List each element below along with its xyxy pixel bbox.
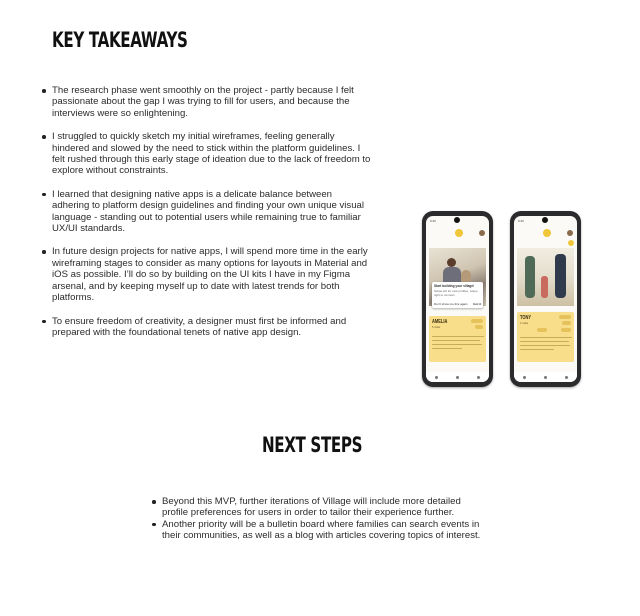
- takeaways-list: The research phase went smoothly on the …: [42, 85, 372, 350]
- takeaway-item: I learned that designing native apps is …: [42, 189, 372, 235]
- status-time: 9:30: [430, 219, 436, 223]
- dialog-title: Start building your village!: [434, 284, 475, 288]
- bottom-nav: [514, 372, 577, 382]
- avatar: [479, 230, 485, 236]
- nav-icon: [456, 375, 459, 379]
- profile-photo: [517, 248, 574, 306]
- tag-chip: [559, 315, 571, 319]
- camera-notch: [542, 217, 548, 223]
- nav-icon: [565, 375, 568, 379]
- tag-chip: [562, 321, 571, 325]
- add-icon: [568, 240, 574, 246]
- avatar: [567, 230, 573, 236]
- camera-notch: [454, 217, 460, 223]
- takeaway-item: To ensure freedom of creativity, a desig…: [42, 316, 372, 339]
- profile-distance: 5 miles: [432, 326, 441, 329]
- nav-icon: [435, 375, 438, 379]
- profile-card: TONY 2 miles: [517, 312, 574, 362]
- nav-icon: [477, 375, 480, 379]
- dialog-body: Swipe left for new profiles, swipe right…: [434, 289, 478, 297]
- takeaway-item: The research phase went smoothly on the …: [42, 85, 372, 119]
- next-steps-heading: NEXT STEPS: [262, 433, 363, 457]
- takeaway-item: In future design projects for native app…: [42, 246, 372, 303]
- village-logo-icon: [455, 229, 463, 237]
- tag-chip: [471, 319, 483, 323]
- bottom-nav: [426, 372, 489, 382]
- tag-chip: [561, 328, 571, 332]
- profile-name: TONY: [520, 315, 532, 321]
- phone-screen: 9:30 Start building your village! Swipe …: [426, 216, 489, 382]
- phone-mockup-left: 9:30 Start building your village! Swipe …: [422, 211, 493, 387]
- dialog-dismiss-button: Don't show me this again: [434, 302, 468, 306]
- profile-name: AMELIA: [432, 319, 448, 325]
- next-step-item: Another priority will be a bulletin boar…: [152, 519, 482, 542]
- tag-chip: [537, 328, 547, 332]
- profile-distance: 2 miles: [520, 322, 529, 325]
- profile-card: AMELIA 5 miles: [429, 316, 486, 362]
- phone-mockup-right: 9:30 TONY 2 miles: [510, 211, 581, 387]
- phone-screen: 9:30 TONY 2 miles: [514, 216, 577, 382]
- key-takeaways-heading: KEY TAKEAWAYS: [52, 28, 188, 52]
- nav-icon: [523, 375, 526, 379]
- dialog-ok-button: Got it: [473, 302, 481, 306]
- next-steps-list: Beyond this MVP, further iterations of V…: [152, 496, 482, 542]
- next-step-item: Beyond this MVP, further iterations of V…: [152, 496, 482, 519]
- takeaway-item: I struggled to quickly sketch my initial…: [42, 131, 372, 177]
- onboarding-dialog: Start building your village! Swipe left …: [432, 282, 483, 308]
- village-logo-icon: [543, 229, 551, 237]
- tag-chip: [475, 325, 483, 329]
- status-time: 9:30: [518, 219, 524, 223]
- nav-icon: [544, 375, 547, 379]
